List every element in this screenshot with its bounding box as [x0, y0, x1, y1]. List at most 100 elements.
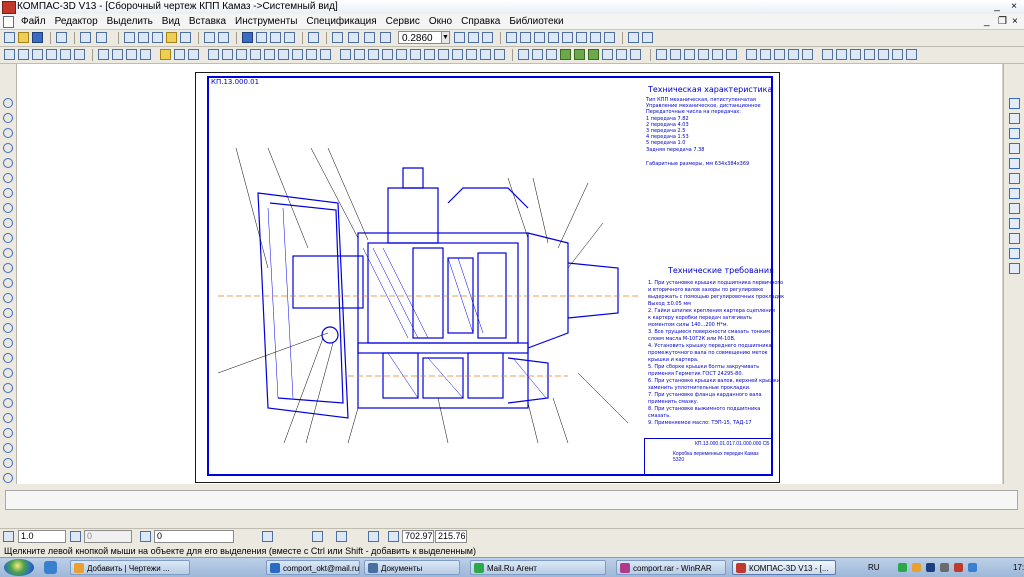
view-align-icon[interactable]	[292, 49, 303, 60]
menu-item[interactable]: Библиотеки	[505, 14, 568, 29]
close-button[interactable]: ×	[1007, 0, 1021, 13]
geometry-tool-icon[interactable]	[3, 218, 13, 228]
taskbar-button[interactable]: КОМПАС-3D V13 - [...	[732, 560, 836, 575]
grid-icon[interactable]	[548, 32, 559, 43]
layer-field[interactable]: 0	[154, 530, 234, 543]
macro-icon[interactable]	[746, 49, 757, 60]
radial-dim-icon[interactable]	[368, 49, 379, 60]
bom-sync-icon[interactable]	[616, 49, 627, 60]
hatch-line-icon[interactable]	[712, 49, 723, 60]
tray-flag-icon[interactable]	[968, 563, 977, 572]
dimension-icon[interactable]	[340, 49, 351, 60]
menu-item[interactable]: Вид	[158, 14, 185, 29]
snap-mode-icon[interactable]	[262, 531, 273, 542]
geometry-tool-icon[interactable]	[3, 353, 13, 363]
lightning-icon[interactable]	[160, 49, 171, 60]
document-icon[interactable]	[3, 16, 14, 28]
zoom-in-icon[interactable]	[332, 32, 343, 43]
more-tools-icon[interactable]	[906, 49, 917, 60]
geometry-tool-icon[interactable]	[3, 188, 13, 198]
fx-variables-icon[interactable]	[270, 32, 281, 43]
view-break-icon[interactable]	[278, 49, 289, 60]
minimize-button[interactable]: _	[990, 0, 1004, 13]
raster-icon[interactable]	[788, 49, 799, 60]
format-painter-icon[interactable]	[166, 32, 177, 43]
geometry-tool-icon[interactable]	[3, 443, 13, 453]
geometry-tool-icon[interactable]	[3, 323, 13, 333]
deselect-icon[interactable]	[46, 49, 57, 60]
taskbar-button[interactable]: comport_okt@mail.ru	[266, 560, 360, 575]
show-all-icon[interactable]	[468, 32, 479, 43]
line-style-icon[interactable]	[98, 49, 109, 60]
undo-icon[interactable]	[204, 32, 215, 43]
zoom-scale-dropdown-icon[interactable]: ▼	[441, 31, 450, 44]
spec-add-icon[interactable]	[532, 49, 543, 60]
view-scale-icon[interactable]	[320, 49, 331, 60]
mark-icon[interactable]	[466, 49, 477, 60]
taskbar-button[interactable]: Добавить | Чертежи ...	[70, 560, 190, 575]
break-line-icon[interactable]	[684, 49, 695, 60]
leader-icon[interactable]	[382, 49, 393, 60]
edit-tool-icon[interactable]	[1009, 158, 1020, 169]
position-icon[interactable]	[438, 49, 449, 60]
view-direction-icon[interactable]	[494, 49, 505, 60]
ole-icon[interactable]	[802, 49, 813, 60]
library-icon[interactable]	[284, 32, 295, 43]
contour-icon[interactable]	[726, 49, 737, 60]
align-icon[interactable]	[836, 49, 847, 60]
cut-line-icon[interactable]	[480, 49, 491, 60]
ungroup-icon[interactable]	[878, 49, 889, 60]
menu-item[interactable]: Сервис	[382, 14, 425, 29]
geometry-tool-icon[interactable]	[3, 263, 13, 273]
gearbox-assembly-drawing[interactable]	[208, 148, 648, 453]
edit-tool-icon[interactable]	[1009, 263, 1020, 274]
ortho-icon[interactable]	[576, 32, 587, 43]
tray-app-icon[interactable]	[912, 563, 921, 572]
ortho-toggle-icon[interactable]	[368, 531, 379, 542]
page-setup-icon[interactable]	[96, 32, 107, 43]
menu-item[interactable]: Инструменты	[231, 14, 302, 29]
preview-icon[interactable]	[80, 32, 91, 43]
geometry-tool-icon[interactable]	[3, 233, 13, 243]
zoom-window-icon[interactable]	[348, 32, 359, 43]
hatch-icon[interactable]	[628, 32, 639, 43]
geometry-tool-icon[interactable]	[3, 113, 13, 123]
taskbar-clock[interactable]: 17:13	[1013, 560, 1024, 575]
taskbar-button[interactable]: comport.rar - WinRAR	[616, 560, 726, 575]
geometry-tool-icon[interactable]	[3, 293, 13, 303]
mdi-restore-button[interactable]: ❐	[998, 15, 1007, 28]
zoom-scale-field[interactable]: 0.2860	[398, 31, 442, 44]
refresh-icon[interactable]	[482, 32, 493, 43]
tray-agent-icon[interactable]	[898, 563, 907, 572]
copy-icon[interactable]	[138, 32, 149, 43]
point-icon[interactable]	[112, 49, 123, 60]
dimension-snap-icon[interactable]	[520, 32, 531, 43]
redo-icon[interactable]	[218, 32, 229, 43]
select-frame-icon[interactable]	[60, 49, 71, 60]
fragment-icon[interactable]	[760, 49, 771, 60]
taskbar-button[interactable]: Документы	[364, 560, 460, 575]
kompas-app-icon[interactable]	[2, 1, 16, 14]
save-icon[interactable]	[32, 32, 43, 43]
geometry-snap-icon[interactable]	[506, 32, 517, 43]
group-icon[interactable]	[864, 49, 875, 60]
cut-icon[interactable]	[124, 32, 135, 43]
ie-icon[interactable]	[44, 561, 57, 574]
distribute-icon[interactable]	[850, 49, 861, 60]
select-layer-icon[interactable]	[74, 49, 85, 60]
weld-icon[interactable]	[452, 49, 463, 60]
green-table-icon[interactable]	[574, 49, 585, 60]
tray-network-icon[interactable]	[926, 563, 935, 572]
measure-icon[interactable]	[534, 32, 545, 43]
local-cs-icon[interactable]	[562, 32, 573, 43]
new-document-icon[interactable]	[4, 32, 15, 43]
parametric-icon[interactable]	[590, 32, 601, 43]
green-report-icon[interactable]	[560, 49, 571, 60]
geometry-tool-icon[interactable]	[3, 368, 13, 378]
axis-line-icon[interactable]	[670, 49, 681, 60]
help-pointer-icon[interactable]	[308, 32, 319, 43]
paste-icon[interactable]	[152, 32, 163, 43]
edit-tool-icon[interactable]	[1009, 98, 1020, 109]
zoom-previous-icon[interactable]	[380, 32, 391, 43]
menu-item[interactable]: Справка	[457, 14, 505, 29]
